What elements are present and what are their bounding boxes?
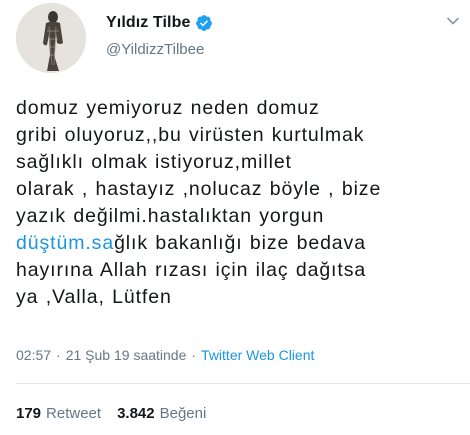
tweet-link[interactable]: düştüm.sa <box>16 232 114 254</box>
display-name[interactable]: Yıldız Tilbe <box>106 14 190 32</box>
avatar[interactable] <box>16 3 86 73</box>
divider <box>16 383 470 384</box>
tweet-header: Yıldız Tilbe @YildizzTilbee <box>0 0 470 80</box>
retweet-label: Retweet <box>46 405 102 422</box>
tweet-detail: Yıldız Tilbe @YildizzTilbee domuz yemiyo… <box>0 0 470 435</box>
verified-badge-icon <box>195 14 213 32</box>
tweet-stats: 179 Retweet 3.842 Beğeni <box>16 405 206 422</box>
tweet-text: domuz yemiyoruz neden domuz gribi oluyor… <box>16 95 461 311</box>
tweet-text-part: domuz yemiyoruz neden domuz gribi oluyor… <box>16 97 382 227</box>
retweet-count: 179 <box>16 405 42 422</box>
tweet-date[interactable]: 21 Şub 19 saatinde <box>66 347 187 363</box>
meta-separator: · <box>56 347 61 363</box>
tweet-time[interactable]: 02:57 <box>16 347 51 363</box>
like-stat[interactable]: 3.842 Beğeni <box>117 405 206 422</box>
retweet-stat[interactable]: 179 Retweet <box>16 405 101 422</box>
chevron-down-icon[interactable] <box>446 14 460 28</box>
tweet-client[interactable]: Twitter Web Client <box>201 347 314 363</box>
meta-separator: · <box>191 347 197 363</box>
like-count: 3.842 <box>117 405 155 422</box>
profile-photo-icon <box>16 3 86 73</box>
user-meta: Yıldız Tilbe @YildizzTilbee <box>106 12 213 58</box>
like-label: Beğeni <box>159 405 207 422</box>
name-row: Yıldız Tilbe <box>106 12 213 34</box>
user-handle[interactable]: @YildizzTilbee <box>106 41 213 58</box>
tweet-metadata: 02:57 · 21 Şub 19 saatinde · Twitter Web… <box>16 347 314 363</box>
